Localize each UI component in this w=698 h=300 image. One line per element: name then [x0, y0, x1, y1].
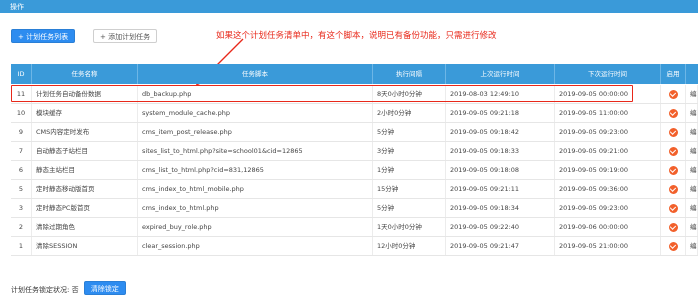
cell-id: 10	[11, 104, 32, 122]
cell-task-name: 模块缓存	[32, 104, 138, 122]
cell-action[interactable]: 编辑	[686, 161, 698, 179]
check-circle-icon[interactable]	[668, 89, 678, 99]
cell-id: 7	[11, 142, 32, 160]
cell-next-run: 2019-09-05 09:23:00	[555, 123, 661, 141]
cell-interval: 2小时0分钟	[373, 104, 446, 122]
cell-task-name: 清除SESSION	[32, 237, 138, 255]
cell-last-run: 2019-09-05 09:18:34	[446, 199, 555, 217]
cell-enabled[interactable]	[661, 142, 686, 160]
cell-last-run: 2019-09-05 09:18:42	[446, 123, 555, 141]
cell-interval: 12小时0分钟	[373, 237, 446, 255]
cell-enabled[interactable]	[661, 180, 686, 198]
cell-action[interactable]: 编辑	[686, 237, 698, 255]
cell-enabled[interactable]	[661, 104, 686, 122]
check-circle-icon[interactable]	[668, 165, 678, 175]
cell-next-run: 2019-09-05 09:21:00	[555, 142, 661, 160]
cell-task-script: sites_list_to_html.php?site=school01&cid…	[138, 142, 373, 160]
cell-interval: 3分钟	[373, 142, 446, 160]
cell-next-run: 2019-09-05 11:00:00	[555, 104, 661, 122]
cell-task-name: 定时静态移动版首页	[32, 180, 138, 198]
col-id: ID	[11, 64, 32, 84]
cell-task-script: system_module_cache.php	[138, 104, 373, 122]
cell-last-run: 2019-09-05 09:21:47	[446, 237, 555, 255]
cell-next-run: 2019-09-05 09:19:00	[555, 161, 661, 179]
col-next-run: 下次运行时间	[555, 64, 661, 84]
cell-task-script: cms_item_post_release.php	[138, 123, 373, 141]
cell-id: 1	[11, 237, 32, 255]
col-enabled: 启用	[661, 64, 686, 84]
table-row[interactable]: 1 清除SESSION clear_session.php 12小时0分钟 2019-0…	[11, 237, 698, 256]
check-circle-icon[interactable]	[668, 222, 678, 232]
cell-interval: 1分钟	[373, 161, 446, 179]
check-circle-icon[interactable]	[668, 146, 678, 156]
cell-task-name: 静态主站栏目	[32, 161, 138, 179]
cell-action[interactable]: 编辑	[686, 104, 698, 122]
cell-enabled[interactable]	[661, 237, 686, 255]
cell-task-script: cms_index_to_html_mobile.php	[138, 180, 373, 198]
cell-action[interactable]: 编辑	[686, 199, 698, 217]
cell-task-script: cms_list_to_html.php?cid=831,12865	[138, 161, 373, 179]
cell-id: 5	[11, 180, 32, 198]
table-row[interactable]: 9 CMS内容定时发布 cms_item_post_release.php 5分钟 20…	[11, 123, 698, 142]
cell-task-name: 定时静态PC版首页	[32, 199, 138, 217]
cell-enabled[interactable]	[661, 199, 686, 217]
table-row[interactable]: 2 清除过期角色 expired_buy_role.php 1天0小时0分钟 2019-…	[11, 218, 698, 237]
cell-last-run: 2019-09-05 09:18:08	[446, 161, 555, 179]
lock-status-text: 计划任务锁定状况: 否	[11, 286, 79, 294]
cell-last-run: 2019-09-05 09:18:33	[446, 142, 555, 160]
cell-task-name: 自动静态子站栏目	[32, 142, 138, 160]
cell-last-run: 2019-09-05 09:21:18	[446, 104, 555, 122]
cell-task-script: expired_buy_role.php	[138, 218, 373, 236]
col-interval: 执行间隔	[373, 64, 446, 84]
cell-interval: 5分钟	[373, 199, 446, 217]
table-row[interactable]: 3 定时静态PC版首页 cms_index_to_html.php 5分钟 2019-0…	[11, 199, 698, 218]
cell-interval: 15分钟	[373, 180, 446, 198]
cell-action[interactable]: 编辑	[686, 85, 698, 103]
highlight-box	[11, 85, 633, 102]
cell-enabled[interactable]	[661, 123, 686, 141]
cell-id: 6	[11, 161, 32, 179]
col-name: 任务名称	[32, 64, 138, 84]
cell-task-script: cms_index_to_html.php	[138, 199, 373, 217]
cell-enabled[interactable]	[661, 85, 686, 103]
cell-action[interactable]: 编辑	[686, 123, 698, 141]
cell-id: 3	[11, 199, 32, 217]
cell-interval: 1天0小时0分钟	[373, 218, 446, 236]
cell-action[interactable]: 编辑	[686, 218, 698, 236]
cell-last-run: 2019-09-05 09:21:11	[446, 180, 555, 198]
cell-enabled[interactable]	[661, 218, 686, 236]
cell-id: 9	[11, 123, 32, 141]
col-action	[686, 64, 698, 84]
cell-task-name: CMS内容定时发布	[32, 123, 138, 141]
cell-id: 2	[11, 218, 32, 236]
col-last-run: 上次运行时间	[446, 64, 555, 84]
cell-last-run: 2019-09-05 09:22:40	[446, 218, 555, 236]
table-row[interactable]: 7 自动静态子站栏目 sites_list_to_html.php?site=sch…	[11, 142, 698, 161]
cell-action[interactable]: 编辑	[686, 180, 698, 198]
cell-next-run: 2019-09-06 00:00:00	[555, 218, 661, 236]
clear-lock-button[interactable]: 清除锁定	[83, 281, 126, 295]
table-header: ID 任务名称 任务脚本 执行间隔 上次运行时间 下次运行时间 启用	[11, 64, 698, 84]
check-circle-icon[interactable]	[668, 108, 678, 118]
table-row[interactable]: 5 定时静态移动版首页 cms_index_to_html_mobile.php 15…	[11, 180, 698, 199]
check-circle-icon[interactable]	[668, 241, 678, 251]
cell-next-run: 2019-09-05 09:23:00	[555, 199, 661, 217]
cell-task-name: 清除过期角色	[32, 218, 138, 236]
table-row[interactable]: 10 模块缓存 system_module_cache.php 2小时0分钟 2019-…	[11, 104, 698, 123]
check-circle-icon[interactable]	[668, 127, 678, 137]
col-script: 任务脚本	[138, 64, 373, 84]
cell-enabled[interactable]	[661, 161, 686, 179]
cell-interval: 5分钟	[373, 123, 446, 141]
check-circle-icon[interactable]	[668, 203, 678, 213]
cell-action[interactable]: 编辑	[686, 142, 698, 160]
cell-task-script: clear_session.php	[138, 237, 373, 255]
cell-next-run: 2019-09-05 09:36:00	[555, 180, 661, 198]
check-circle-icon[interactable]	[668, 184, 678, 194]
table-row[interactable]: 6 静态主站栏目 cms_list_to_html.php?cid=831,1286…	[11, 161, 698, 180]
cell-next-run: 2019-09-05 21:00:00	[555, 237, 661, 255]
lock-status-bar: 计划任务锁定状况: 否 清除锁定	[11, 281, 126, 296]
